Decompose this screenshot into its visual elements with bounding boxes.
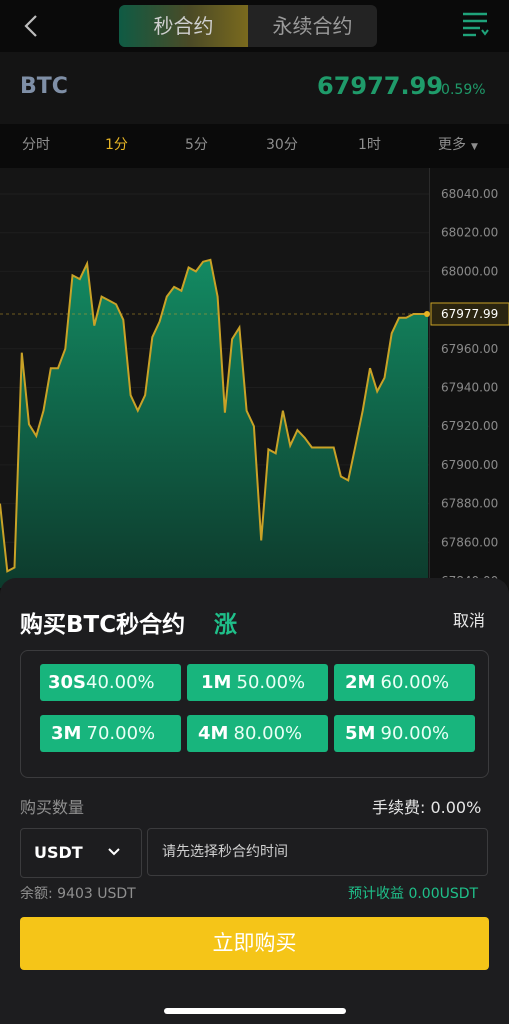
ticker-price: 67977.99 [317, 72, 444, 100]
ticker-change: -0.59% [436, 82, 486, 98]
interval-tab-more[interactable]: 更多 ▼ [438, 134, 478, 154]
order-list-icon[interactable] [460, 10, 490, 38]
option-duration: 4M [198, 723, 229, 744]
balance-label: 余额: 9403 USDT [20, 886, 136, 902]
y-tick-label: 67860.00 [441, 535, 498, 549]
option-rate: 70.00% [86, 723, 156, 744]
duration-option-1m[interactable]: 1M 50.00% [187, 664, 328, 701]
ticker-symbol: BTC [20, 74, 68, 99]
option-duration: 3M [51, 723, 82, 744]
duration-option-2m[interactable]: 2M 60.00% [334, 664, 475, 701]
option-rate: 40.00% [86, 672, 155, 693]
y-tick-label: 68020.00 [441, 226, 498, 240]
duration-option-5m[interactable]: 5M 90.00% [334, 715, 475, 752]
y-tick-label: 67880.00 [441, 497, 498, 511]
y-tick-label: 67940.00 [441, 381, 498, 395]
interval-tab-timeshare[interactable]: 分时 [22, 134, 50, 154]
duration-option-4m[interactable]: 4M 80.00% [187, 715, 328, 752]
option-rate: 60.00% [380, 672, 450, 693]
currency-select[interactable]: USDT [20, 828, 142, 878]
interval-tab-1m[interactable]: 1分 [105, 134, 128, 154]
direction-badge: 涨 [214, 612, 237, 638]
price-chart: 68040.00 68020.00 68000.00 67960.00 67940.00… [0, 168, 509, 588]
quantity-label: 购买数量 [20, 798, 85, 817]
y-tick-label: 67900.00 [441, 458, 498, 472]
duration-option-30s[interactable]: 30S40.00% [40, 664, 181, 701]
option-duration: 5M [345, 723, 376, 744]
duration-option-3m[interactable]: 3M 70.00% [40, 715, 181, 752]
y-tick-label: 67960.00 [441, 342, 498, 356]
contract-type-switch: 秒合约 永续合约 [119, 5, 377, 47]
chevron-down-icon [108, 848, 120, 856]
tab-second-contract[interactable]: 秒合约 [119, 5, 248, 47]
interval-tab-1h[interactable]: 1时 [358, 134, 381, 154]
option-duration: 30S [48, 672, 87, 693]
cancel-button[interactable]: 取消 [453, 607, 485, 631]
back-icon[interactable] [18, 10, 48, 42]
option-rate: 90.00% [380, 723, 450, 744]
home-indicator [164, 1008, 346, 1014]
interval-tab-30m[interactable]: 30分 [266, 134, 298, 154]
sheet-title: 购买BTC秒合约 [20, 612, 186, 638]
y-tick-label: 68040.00 [441, 187, 498, 201]
option-rate: 80.00% [233, 723, 303, 744]
interval-tabs [0, 124, 509, 168]
y-tick-label: 67920.00 [441, 419, 498, 433]
option-rate: 50.00% [236, 672, 306, 693]
interval-tab-5m[interactable]: 5分 [185, 134, 208, 154]
option-duration: 1M [201, 672, 232, 693]
currency-value: USDT [34, 843, 83, 862]
current-price-dot [424, 310, 430, 317]
option-duration: 2M [345, 672, 376, 693]
tab-perpetual-contract[interactable]: 永续合约 [248, 5, 377, 47]
current-price-label: 67977.99 [441, 307, 498, 321]
y-tick-label: 68000.00 [441, 264, 498, 278]
buy-now-button[interactable]: 立即购买 [20, 917, 489, 970]
interval-more-label: 更多 [438, 137, 466, 153]
duration-options: 30S40.00% 1M 50.00% 2M 60.00% 3M 70.00% … [20, 650, 489, 778]
caret-down-icon: ▼ [471, 142, 478, 152]
estimated-profit: 预计收益 0.00USDT [348, 886, 479, 902]
amount-input[interactable] [147, 828, 488, 876]
fee-label: 手续费: 0.00% [372, 798, 482, 817]
